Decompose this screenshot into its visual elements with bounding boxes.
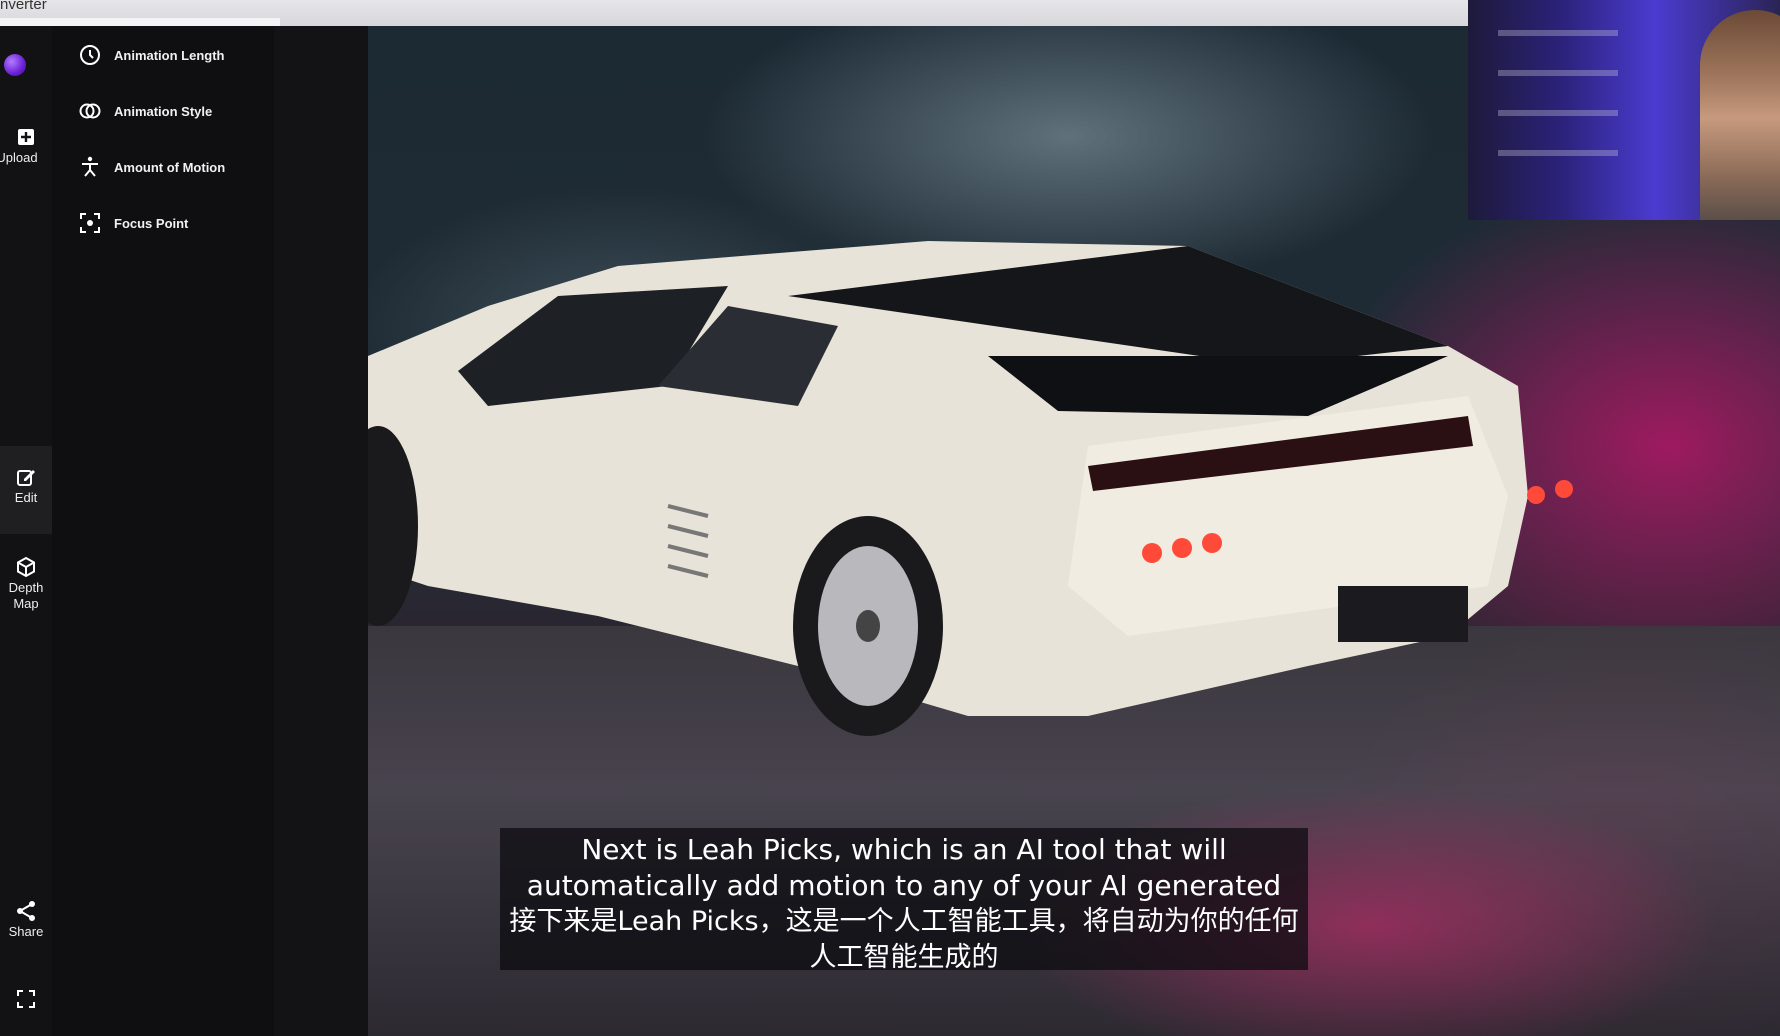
- rail-share-label: Share: [8, 924, 44, 939]
- fullscreen-icon: [17, 990, 35, 1008]
- focus-target-icon: [80, 213, 100, 233]
- webcam-shelf: [1498, 30, 1618, 36]
- menu-focus-point-label: Focus Point: [114, 215, 189, 231]
- menu-amount-of-motion-label: Amount of Motion: [114, 159, 226, 175]
- panel-gutter: [274, 26, 368, 1036]
- settings-menu: Animation Length Animation Style Amount …: [52, 26, 274, 1036]
- webcam-overlay: [1468, 0, 1780, 220]
- webcam-shelf: [1498, 110, 1618, 116]
- menu-animation-style-label: Animation Style: [114, 103, 213, 119]
- subtitle-box: Next is Leah Picks, which is an AI tool …: [500, 828, 1308, 973]
- menu-focus-point[interactable]: Focus Point: [78, 208, 188, 238]
- rail-upload[interactable]: Upload: [0, 126, 52, 186]
- menu-animation-length[interactable]: Animation Length: [78, 40, 225, 70]
- plus-square-icon: [18, 129, 34, 145]
- webcam-shelf: [1498, 150, 1618, 156]
- subtitle-english: Next is Leah Picks, which is an AI tool …: [526, 833, 1282, 902]
- webcam-shelf: [1498, 70, 1618, 76]
- app-logo-icon[interactable]: [4, 54, 26, 76]
- window-title: nverter: [0, 0, 47, 13]
- presenter-avatar: [1700, 10, 1780, 220]
- menu-animation-length-label: Animation Length: [114, 47, 225, 63]
- rail-edit[interactable]: Edit: [0, 446, 52, 534]
- interlocked-circles-icon: [79, 103, 101, 119]
- menu-amount-of-motion[interactable]: Amount of Motion: [78, 152, 225, 182]
- clock-icon: [80, 45, 100, 65]
- menu-animation-style[interactable]: Animation Style: [78, 96, 212, 126]
- rail-upload-label: Upload: [0, 150, 38, 165]
- rail-depth-map-label: Depth Map: [8, 580, 44, 611]
- subtitle-chinese: 接下来是Leah Picks，这是一个人工智能工具，将自动为你的任何人工智能生成…: [509, 906, 1299, 973]
- rail-share[interactable]: Share: [0, 900, 52, 960]
- rail-fullscreen[interactable]: [0, 988, 52, 1018]
- cube-icon: [17, 556, 35, 578]
- edit-icon: [17, 470, 35, 486]
- left-rail: Upload Edit Depth Map Share: [0, 26, 52, 1036]
- rail-depth-map[interactable]: Depth Map: [0, 556, 52, 636]
- rail-edit-label: Edit: [14, 490, 38, 505]
- window-titlebar: nverter: [0, 0, 1468, 27]
- motion-figure-icon: [82, 156, 98, 177]
- share-icon: [17, 901, 35, 921]
- tab-strip[interactable]: [0, 18, 280, 26]
